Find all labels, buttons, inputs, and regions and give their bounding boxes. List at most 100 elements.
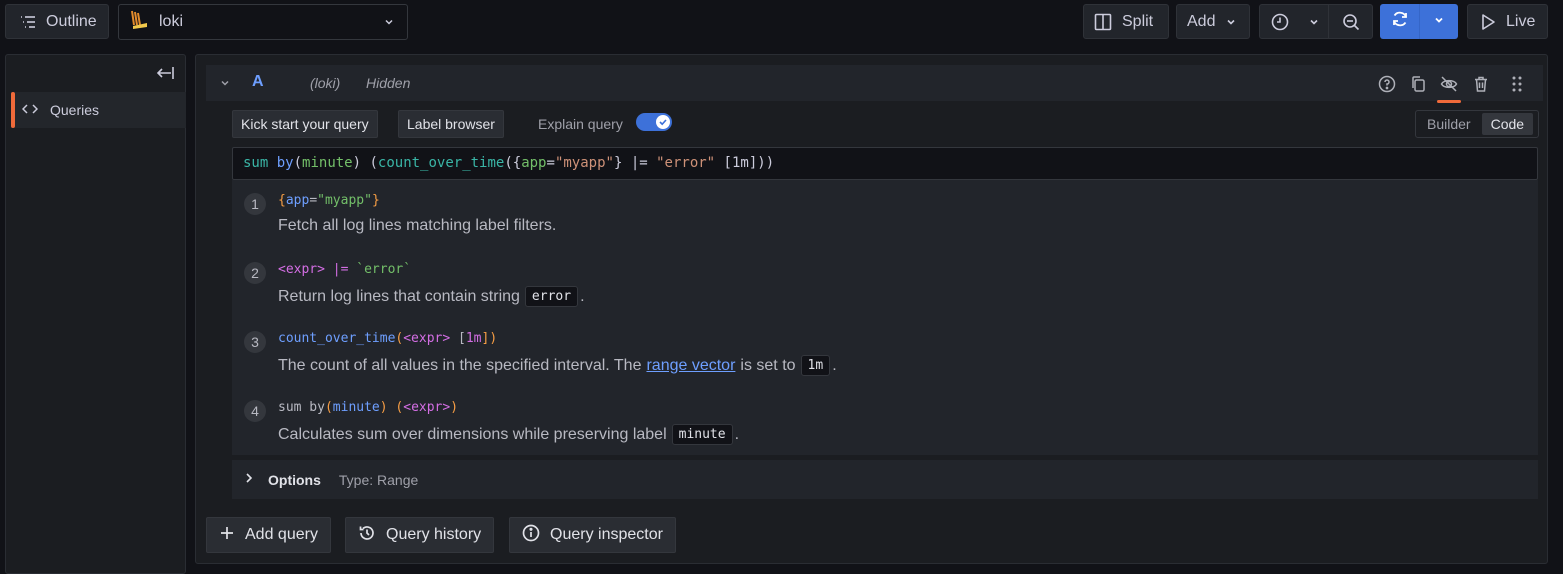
token: by: [276, 155, 294, 171]
punctuation: .: [734, 425, 740, 443]
datasource-picker[interactable]: loki: [118, 4, 408, 40]
chevron-down-icon: [383, 15, 395, 33]
token: (: [293, 155, 303, 171]
clock-icon: [1271, 13, 1289, 31]
zoom-out-icon: [1342, 13, 1360, 31]
token: ({: [504, 155, 522, 171]
history-icon: [358, 524, 376, 547]
token: (: [324, 400, 333, 415]
token: }: [371, 193, 380, 208]
token: |=: [332, 262, 349, 277]
run-query-button[interactable]: [1380, 4, 1419, 39]
query-history-label: Query history: [386, 526, 482, 543]
hide-query-eye-slash-icon[interactable]: [1437, 74, 1461, 103]
explain-query-label: Explain query: [538, 116, 623, 132]
sidebar-item-label: Queries: [50, 102, 100, 118]
time-picker-group: [1259, 4, 1373, 39]
step-number: 4: [244, 400, 266, 422]
query-hidden-status: Hidden: [366, 75, 411, 91]
step-code: <expr> |= `error`: [278, 262, 411, 277]
query-history-button[interactable]: Query history: [345, 517, 495, 553]
token: count_over_time: [278, 331, 396, 346]
options-type: Type: Range: [338, 471, 419, 488]
step-description: Return log lines that contain string erro…: [278, 286, 585, 307]
kick-start-query-button[interactable]: Kick start your query: [232, 110, 378, 138]
code-chip: error: [524, 286, 579, 307]
add-query-label: Add query: [245, 526, 318, 543]
time-picker-button[interactable]: [1260, 5, 1300, 38]
outline-button[interactable]: Outline: [5, 4, 109, 39]
sidebar-item-queries[interactable]: Queries: [11, 92, 186, 128]
top-toolbar: Outline loki Split Add Live: [0, 0, 1563, 46]
token: "myapp": [554, 155, 614, 171]
collapse-query-chevron-icon[interactable]: [219, 76, 231, 94]
punctuation: .: [580, 287, 585, 305]
chevron-down-icon: [1308, 16, 1320, 28]
step-description: Fetch all log lines matching label filte…: [278, 217, 557, 234]
token: 1m: [465, 331, 482, 346]
token: "myapp": [317, 193, 372, 208]
play-icon: [1480, 13, 1496, 31]
token: ]): [481, 331, 498, 346]
token: ) (: [352, 155, 378, 171]
query-code-editor[interactable]: sum by(minute) (count_over_time({app="my…: [232, 147, 1538, 180]
token: sum by: [278, 400, 325, 415]
zoom-out-button[interactable]: [1328, 5, 1372, 38]
add-button[interactable]: Add: [1176, 4, 1250, 39]
code-mode-option[interactable]: Code: [1481, 113, 1534, 135]
options-title: Options: [268, 471, 321, 488]
add-query-button[interactable]: Add query: [206, 517, 331, 553]
token: [1m])): [715, 155, 775, 171]
builder-mode-option[interactable]: Builder: [1418, 113, 1480, 135]
chevron-down-icon: [1433, 13, 1445, 31]
description-text: Calculates sum over dimensions while pre…: [278, 425, 667, 443]
token: <expr>: [403, 400, 451, 415]
info-circle-icon: [522, 524, 540, 547]
token: app: [285, 193, 310, 208]
token: =: [309, 193, 318, 208]
token: }: [613, 155, 631, 171]
query-options-row[interactable]: Options Type: Range: [232, 460, 1538, 499]
refresh-icon: [1391, 10, 1409, 33]
delete-query-trash-icon[interactable]: [1471, 74, 1491, 94]
time-picker-dropdown[interactable]: [1300, 5, 1328, 38]
token: `error`: [356, 262, 412, 277]
step-number: 3: [244, 331, 266, 353]
query-editor-panel: A (loki) Hidden Kick start your query La…: [195, 54, 1548, 564]
collapse-sidebar-icon[interactable]: [155, 65, 175, 86]
split-button[interactable]: Split: [1083, 4, 1169, 39]
query-ref-id[interactable]: A: [252, 73, 264, 91]
plus-icon: [219, 525, 235, 546]
token: sum: [243, 155, 269, 171]
query-row-header: A (loki) Hidden: [206, 65, 1543, 103]
label-browser-button[interactable]: Label browser: [398, 110, 504, 138]
duplicate-query-icon[interactable]: [1408, 74, 1428, 94]
step-code: sum by(minute) (<expr>): [278, 400, 458, 415]
token: count_over_time: [377, 155, 505, 171]
check-icon: [656, 115, 670, 129]
code-chip: 1m: [800, 355, 831, 376]
description-text: The count of all values in the specified…: [278, 356, 642, 374]
token: ): [450, 400, 459, 415]
step-code: {app="myapp"}: [278, 193, 380, 208]
drag-handle-icon[interactable]: [1507, 74, 1527, 94]
help-icon[interactable]: [1377, 74, 1397, 94]
query-inspector-button[interactable]: Query inspector: [509, 517, 676, 553]
code-brackets-icon: [21, 102, 39, 119]
step-number: 2: [244, 262, 266, 284]
token: <expr>: [278, 262, 325, 277]
step-number: 1: [244, 193, 266, 215]
description-text: is set to: [740, 356, 796, 374]
loki-logo-icon: [129, 9, 149, 36]
token: app: [521, 155, 547, 171]
split-label: Split: [1122, 12, 1154, 30]
range-vector-link[interactable]: range vector: [646, 357, 735, 375]
live-button[interactable]: Live: [1467, 4, 1548, 39]
outline-label: Outline: [46, 12, 97, 30]
refresh-interval-dropdown[interactable]: [1419, 4, 1458, 39]
code-chip: minute: [671, 424, 733, 445]
explain-query-toggle[interactable]: [636, 113, 672, 131]
token: ) (: [379, 400, 404, 415]
datasource-name: loki: [159, 13, 184, 30]
